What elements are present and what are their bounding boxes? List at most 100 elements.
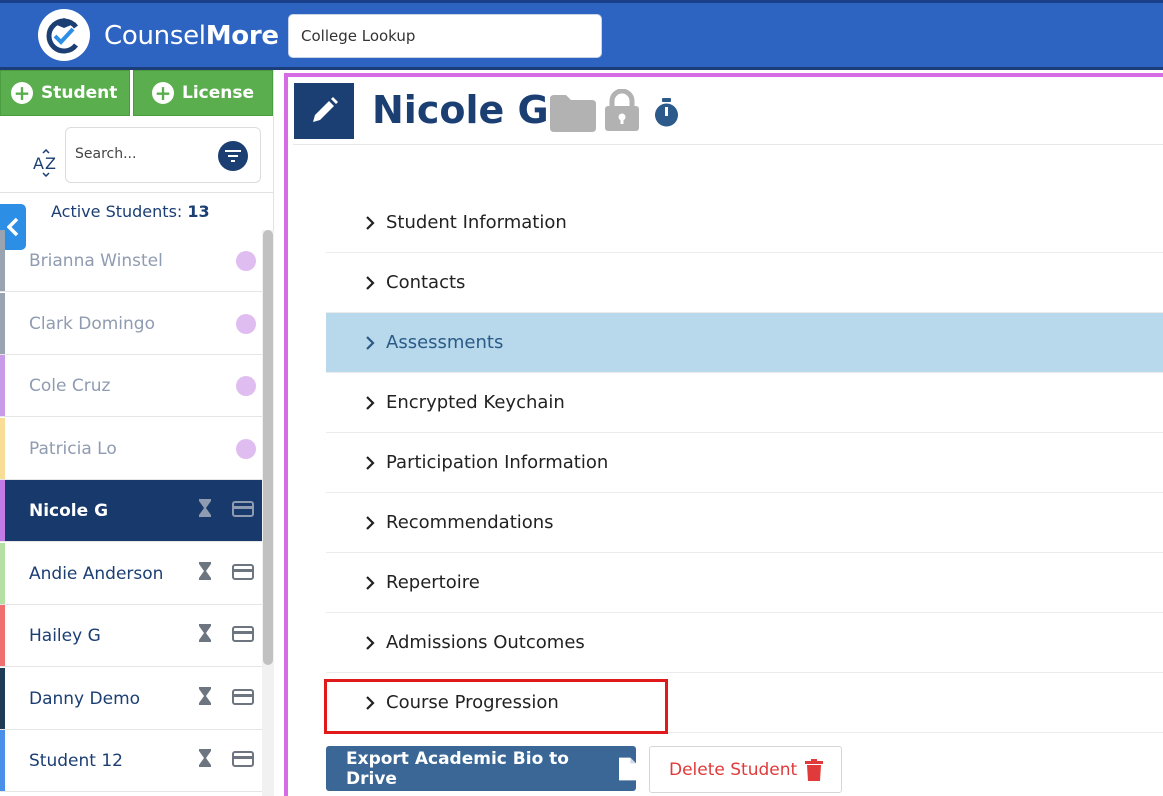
credit-card-icon[interactable]: [232, 626, 254, 642]
section-student-information[interactable]: Student Information: [326, 193, 1163, 253]
sort-alpha-icon[interactable]: A Z: [31, 149, 61, 177]
student-row[interactable]: Clark Domingo: [0, 293, 262, 355]
section-label: Contacts: [386, 272, 466, 293]
divider: [0, 192, 274, 193]
credit-card-icon[interactable]: [232, 751, 254, 767]
top-header: CounselMore College Lookup: [0, 0, 1163, 67]
credit-card-icon[interactable]: [232, 564, 254, 580]
hourglass-icon[interactable]: [198, 686, 212, 706]
lock-icon[interactable]: [604, 89, 640, 131]
student-row-selected[interactable]: Nicole G: [0, 480, 262, 542]
filter-icon: [225, 150, 241, 162]
college-lookup-input[interactable]: College Lookup: [288, 14, 602, 58]
student-color-bar: [0, 418, 5, 479]
delete-label: Delete Student: [669, 759, 798, 780]
section-admissions-outcomes[interactable]: Admissions Outcomes: [326, 613, 1163, 673]
student-row[interactable]: Andie Anderson: [0, 543, 262, 605]
hourglass-icon[interactable]: [198, 748, 212, 768]
student-name: Patricia Lo: [29, 439, 117, 459]
student-name: Andie Anderson: [29, 564, 164, 584]
chevron-right-icon: [366, 276, 375, 290]
folder-icon[interactable]: [550, 94, 596, 132]
chevron-right-icon: [366, 516, 375, 530]
student-name: Clark Domingo: [29, 314, 155, 334]
stopwatch-icon[interactable]: [653, 98, 680, 128]
section-label: Admissions Outcomes: [386, 632, 585, 653]
section-label: Encrypted Keychain: [386, 392, 565, 413]
plus-icon: +: [11, 82, 33, 104]
add-license-label: License: [182, 83, 255, 103]
svg-text:Z: Z: [45, 154, 56, 173]
student-row[interactable]: Brianna Winstel: [0, 230, 262, 292]
brand-name: CounselMore: [104, 21, 279, 51]
active-students-count: Active Students: 13: [51, 202, 210, 221]
section-contacts[interactable]: Contacts: [326, 253, 1163, 313]
section-encrypted-keychain[interactable]: Encrypted Keychain: [326, 373, 1163, 433]
student-name: Brianna Winstel: [29, 251, 163, 271]
delete-student-button[interactable]: Delete Student: [649, 746, 842, 793]
section-label: Assessments: [386, 332, 504, 353]
student-row[interactable]: Cole Cruz: [0, 355, 262, 417]
student-color-bar: [0, 230, 5, 291]
inactive-status-dot: [236, 439, 256, 459]
credit-card-icon[interactable]: [232, 501, 254, 517]
add-license-button[interactable]: + License: [133, 70, 273, 116]
hourglass-icon[interactable]: [198, 561, 212, 581]
credit-card-icon[interactable]: [232, 689, 254, 705]
section-label: Recommendations: [386, 512, 554, 533]
chevron-right-icon: [366, 336, 375, 350]
inactive-status-dot: [236, 314, 256, 334]
edit-student-button[interactable]: [294, 83, 354, 139]
section-label: Repertoire: [386, 572, 480, 593]
section-repertoire[interactable]: Repertoire: [326, 553, 1163, 613]
section-assessments[interactable]: Assessments: [326, 313, 1163, 373]
student-color-bar: [0, 668, 5, 729]
student-name: Student 12: [29, 751, 123, 771]
inactive-status-dot: [236, 251, 256, 271]
chevron-right-icon: [366, 636, 375, 650]
chevron-right-icon: [366, 396, 375, 410]
section-label: Student Information: [386, 212, 567, 233]
student-row[interactable]: Hailey G: [0, 605, 262, 667]
chevron-right-icon: [366, 576, 375, 590]
graduation-cap-logo-icon: [46, 18, 78, 54]
add-student-button[interactable]: + Student: [0, 70, 130, 116]
student-row[interactable]: Patricia Lo: [0, 418, 262, 480]
section-recommendations[interactable]: Recommendations: [326, 493, 1163, 553]
student-name: Danny Demo: [29, 689, 141, 709]
student-color-bar: [0, 605, 5, 666]
search-input[interactable]: [75, 146, 215, 162]
student-name: Nicole G: [29, 501, 109, 521]
student-color-bar: [0, 730, 5, 791]
export-academic-bio-button[interactable]: Export Academic Bio to Drive: [326, 746, 636, 791]
pencil-icon: [313, 97, 338, 122]
student-color-bar: [0, 355, 5, 416]
svg-text:A: A: [33, 154, 44, 173]
student-color-bar: [0, 543, 5, 604]
export-label: Export Academic Bio to Drive: [346, 748, 569, 789]
section-label: Participation Information: [386, 452, 609, 473]
highlight-annotation-box: [324, 679, 668, 734]
document-icon: [618, 757, 636, 780]
chevron-right-icon: [366, 216, 375, 230]
student-search: [65, 127, 261, 183]
student-name: Hailey G: [29, 626, 101, 646]
title-divider: [293, 144, 1163, 145]
student-row[interactable]: Danny Demo: [0, 668, 262, 730]
student-color-bar: [0, 480, 5, 541]
student-name: Cole Cruz: [29, 376, 111, 396]
filter-button[interactable]: [218, 141, 248, 171]
plus-icon: +: [152, 82, 174, 104]
section-participation-information[interactable]: Participation Information: [326, 433, 1163, 493]
student-color-bar: [0, 293, 5, 354]
student-title: Nicole G: [372, 88, 549, 132]
student-row[interactable]: Student 12: [0, 730, 262, 792]
scrollbar-thumb[interactable]: [263, 230, 273, 665]
chevron-right-icon: [366, 456, 375, 470]
add-student-label: Student: [41, 83, 118, 103]
hourglass-icon[interactable]: [198, 623, 212, 643]
trash-icon: [805, 758, 824, 781]
logo[interactable]: [38, 9, 90, 61]
inactive-status-dot: [236, 376, 256, 396]
hourglass-icon[interactable]: [198, 498, 212, 518]
